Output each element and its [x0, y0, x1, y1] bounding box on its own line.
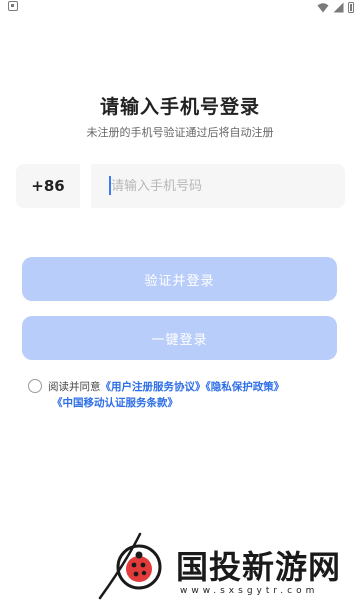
- one-click-login-button[interactable]: 一键登录: [22, 316, 337, 360]
- cmcc-terms-link[interactable]: 《中国移动认证服务条款》: [52, 397, 178, 409]
- battery-icon: [348, 1, 354, 13]
- page-subtitle: 未注册的手机号验证通过后将自动注册: [86, 126, 274, 139]
- page-title: 请输入手机号登录: [99, 96, 260, 118]
- phone-number-input[interactable]: [91, 164, 345, 208]
- notification-icon: [8, 1, 18, 11]
- login-screen: 请输入手机号登录 未注册的手机号验证通过后将自动注册 +86 验证并登录 一键登…: [0, 0, 360, 600]
- watermark-url: www.sxsgytr.com: [180, 586, 319, 596]
- watermark: 国投新游网 www.sxsgytr.com: [96, 530, 360, 600]
- watermark-name: 国投新游网: [176, 548, 342, 586]
- country-code-selector[interactable]: +86: [16, 164, 80, 208]
- wifi-icon: [317, 2, 329, 12]
- signal-icon: [333, 2, 344, 12]
- user-agreement-link[interactable]: 《用户注册服务协议》: [101, 381, 206, 393]
- agreement-prefix: 阅读并同意: [48, 381, 101, 393]
- status-icons: [317, 1, 354, 13]
- agreement-checkbox[interactable]: [28, 379, 42, 393]
- ladybug-logo-icon: [116, 544, 162, 590]
- verify-login-button[interactable]: 验证并登录: [22, 257, 337, 301]
- agreement-line-2: 《中国移动认证服务条款》: [52, 394, 178, 413]
- privacy-policy-link[interactable]: 《隐私保护政策》: [206, 381, 285, 393]
- phone-input-container: [91, 164, 345, 208]
- status-bar: [0, 0, 360, 14]
- text-cursor: [109, 176, 111, 195]
